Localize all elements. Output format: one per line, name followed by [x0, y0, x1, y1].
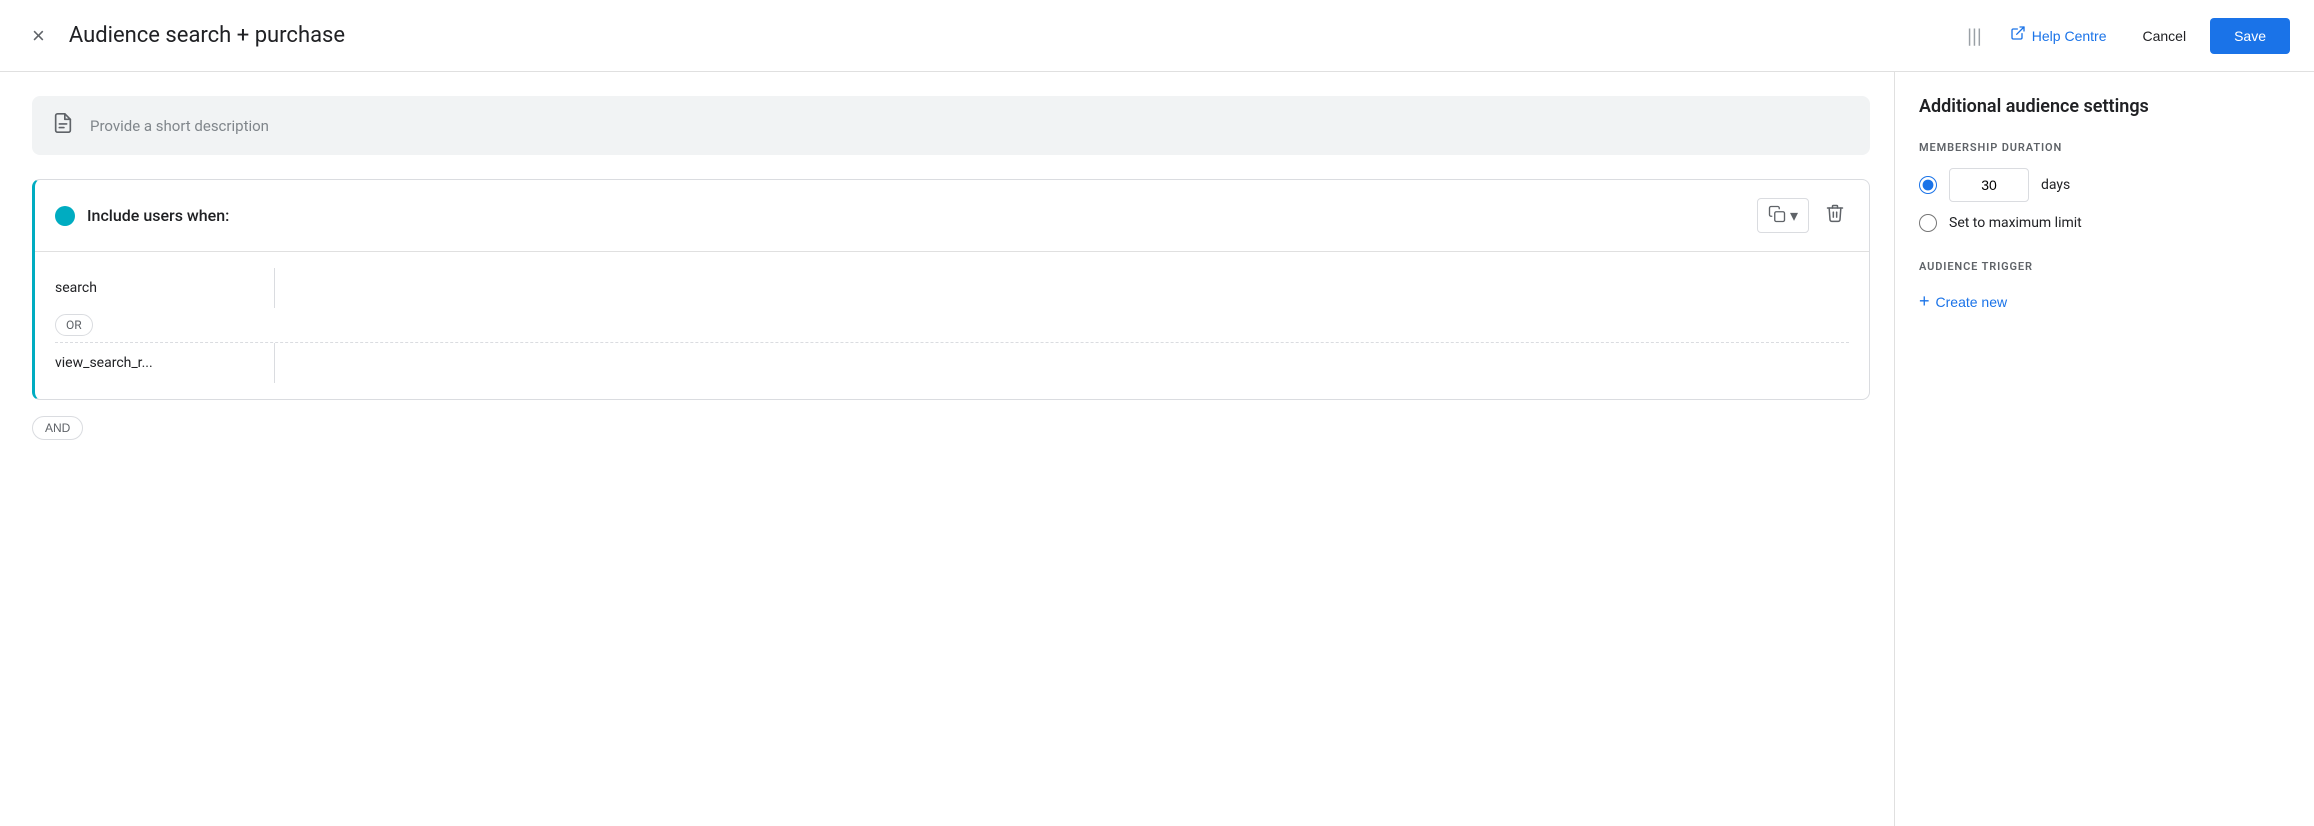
bar-chart-icon: |||	[1967, 24, 1982, 48]
max-limit-radio-row: Set to maximum limit	[1919, 214, 2290, 232]
or-divider: OR	[55, 308, 1849, 342]
create-new-label: Create new	[1936, 294, 2008, 310]
conditions-table: search OR view_search_r...	[35, 252, 1869, 399]
days-radio[interactable]	[1919, 176, 1937, 194]
audience-trigger-section: AUDIENCE TRIGGER + Create new	[1919, 260, 2290, 316]
document-icon	[52, 112, 74, 139]
cancel-button[interactable]: Cancel	[2126, 20, 2202, 52]
header-center: |||	[1967, 24, 1982, 48]
header-actions: Help Centre Cancel Save	[1998, 17, 2290, 54]
days-unit-label: days	[2041, 177, 2070, 193]
description-bar[interactable]: Provide a short description	[32, 96, 1870, 155]
delete-button[interactable]	[1821, 199, 1849, 233]
settings-title: Additional audience settings	[1919, 96, 2290, 117]
table-row: search	[55, 268, 1849, 308]
condition-header: Include users when: ▾	[35, 180, 1869, 252]
description-placeholder: Provide a short description	[90, 117, 269, 135]
main-layout: Provide a short description Include user…	[0, 72, 2314, 826]
page-title: Audience search + purchase	[69, 23, 1951, 48]
condition-block: Include users when: ▾	[32, 179, 1870, 400]
or-badge: OR	[55, 314, 93, 336]
external-link-icon	[2010, 25, 2026, 46]
and-button[interactable]: AND	[32, 416, 83, 440]
audience-trigger-label: AUDIENCE TRIGGER	[1919, 260, 2290, 273]
teal-dot-icon	[55, 206, 75, 226]
plus-icon: +	[1919, 291, 1930, 312]
membership-duration-section: MEMBERSHIP DURATION days Set to maximum …	[1919, 141, 2290, 232]
help-centre-label: Help Centre	[2032, 28, 2107, 44]
condition-actions: ▾	[1757, 198, 1849, 233]
max-limit-label: Set to maximum limit	[1949, 215, 2082, 231]
copy-icon	[1768, 205, 1786, 226]
create-new-button[interactable]: + Create new	[1919, 287, 2007, 316]
max-limit-radio[interactable]	[1919, 214, 1937, 232]
table-row: view_search_r...	[55, 343, 1849, 383]
left-panel: Provide a short description Include user…	[0, 72, 1894, 826]
close-button[interactable]: ×	[24, 17, 53, 55]
copy-dropdown-button[interactable]: ▾	[1757, 198, 1809, 233]
days-radio-row: days	[1919, 168, 2290, 202]
condition-label-view-search: view_search_r...	[55, 343, 275, 383]
condition-label-search: search	[55, 268, 275, 308]
condition-value-search[interactable]	[275, 268, 1849, 308]
condition-value-view-search[interactable]	[275, 343, 1849, 383]
header: × Audience search + purchase ||| Help Ce…	[0, 0, 2314, 72]
save-button[interactable]: Save	[2210, 18, 2290, 54]
include-users-label: Include users when:	[87, 206, 1745, 225]
and-section: AND	[32, 416, 1870, 440]
right-panel: Additional audience settings MEMBERSHIP …	[1894, 72, 2314, 826]
help-centre-button[interactable]: Help Centre	[1998, 17, 2119, 54]
days-input[interactable]	[1949, 168, 2029, 202]
chevron-down-icon: ▾	[1790, 206, 1798, 226]
membership-duration-label: MEMBERSHIP DURATION	[1919, 141, 2290, 154]
